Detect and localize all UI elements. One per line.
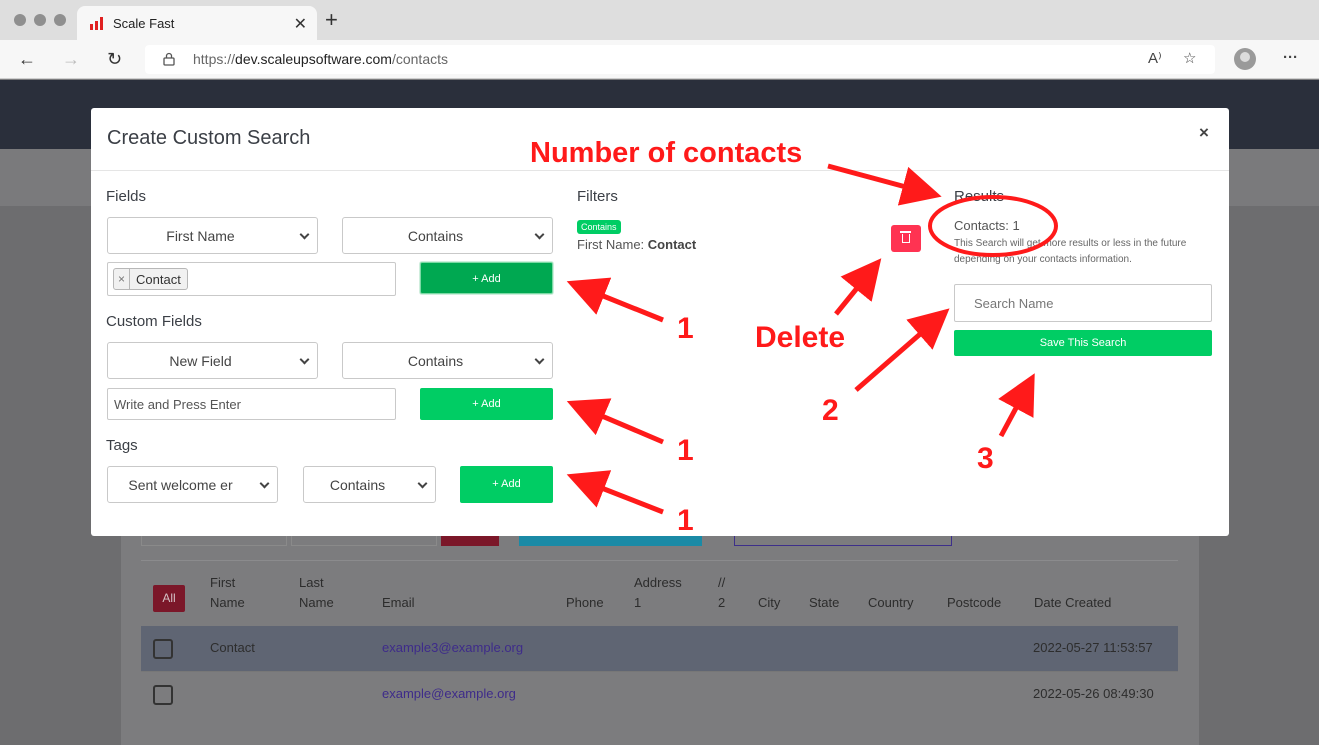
- annotation-step-3: 3: [977, 442, 994, 475]
- field-value-input[interactable]: × Contact: [107, 262, 396, 296]
- value-chip: × Contact: [113, 268, 188, 290]
- add-tag-button[interactable]: + Add: [460, 466, 553, 503]
- table-row[interactable]: Contact example3@example.org 2022-05-27 …: [141, 626, 1178, 671]
- chevron-down-icon: [299, 354, 310, 365]
- field-operator-select[interactable]: Contains: [342, 217, 553, 254]
- chevron-down-icon: [534, 229, 545, 240]
- forward-icon[interactable]: →: [62, 49, 80, 69]
- url-field[interactable]: https://dev.scaleupsoftware.com/contacts: [145, 45, 1215, 74]
- close-modal-button[interactable]: ×: [1199, 123, 1209, 143]
- row-checkbox[interactable]: [153, 639, 173, 659]
- chevron-down-icon: [534, 354, 545, 365]
- lock-icon: [163, 52, 175, 66]
- reload-icon[interactable]: ↻: [107, 49, 122, 69]
- header-state: State: [809, 595, 840, 610]
- annotation-step-1: 1: [677, 312, 694, 345]
- select-all-button[interactable]: All: [153, 585, 185, 612]
- url-text: https://dev.scaleupsoftware.com/contacts: [193, 51, 448, 67]
- header-postcode: Postcode: [947, 595, 1002, 610]
- header-address-2: //2: [718, 575, 726, 610]
- maximize-window-icon[interactable]: [54, 14, 66, 26]
- header-last-name: Last Name: [299, 575, 334, 610]
- filter-operator-badge: Contains: [577, 220, 621, 234]
- close-tab-icon[interactable]: ✕: [294, 14, 307, 34]
- modal-divider: [91, 170, 1229, 171]
- add-field-button[interactable]: + Add: [420, 262, 553, 294]
- chevron-down-icon: [259, 478, 270, 489]
- custom-field-select[interactable]: New Field: [107, 342, 318, 379]
- custom-field-value-input[interactable]: Write and Press Enter: [107, 388, 396, 420]
- header-first-name: First Name: [210, 575, 245, 610]
- tag-select[interactable]: Sent welcome er: [107, 466, 278, 503]
- results-note: This Search will get more results or les…: [954, 238, 1187, 265]
- annotation-step-1: 1: [677, 504, 694, 537]
- fields-label: Fields: [106, 188, 147, 205]
- results-label: Results: [954, 188, 1005, 205]
- annotation-delete: Delete: [755, 321, 846, 354]
- search-name-input[interactable]: Search Name: [954, 284, 1212, 322]
- chip-label: Contact: [136, 271, 181, 287]
- header-email: Email: [382, 595, 415, 610]
- field-select[interactable]: First Name: [107, 217, 318, 254]
- address-bar: ← → ↻ https://dev.scaleupsoftware.com/co…: [0, 40, 1319, 79]
- annotation-step-1: 1: [677, 434, 694, 467]
- chevron-down-icon: [417, 478, 428, 489]
- annotation-number-of-contacts: Number of contacts: [530, 137, 803, 169]
- filters-label: Filters: [577, 188, 618, 205]
- cell-email-link[interactable]: example3@example.org: [382, 640, 523, 655]
- cell-date-created: 2022-05-26 08:49:30: [1033, 686, 1154, 701]
- cell-first-name: Contact: [210, 640, 255, 655]
- header-phone: Phone: [566, 595, 604, 610]
- cell-date-created: 2022-05-27 11:53:57: [1033, 640, 1153, 655]
- trash-icon: [900, 231, 911, 243]
- header-country: Country: [868, 595, 914, 610]
- new-tab-icon[interactable]: +: [325, 9, 338, 31]
- header-address-1: Address 1: [634, 575, 682, 610]
- annotation-step-2: 2: [822, 394, 839, 427]
- cell-email-link[interactable]: example@example.org: [382, 686, 516, 701]
- table-row[interactable]: example@example.org 2022-05-26 08:49:30: [141, 671, 1178, 716]
- header-city: City: [758, 595, 781, 610]
- tag-operator-select[interactable]: Contains: [303, 466, 436, 503]
- delete-filter-button[interactable]: [891, 225, 921, 252]
- chevron-down-icon: [299, 229, 310, 240]
- browser-tab[interactable]: Scale Fast ✕: [77, 6, 317, 40]
- tab-title: Scale Fast: [113, 16, 175, 31]
- app-logo-icon: [90, 17, 103, 30]
- profile-avatar[interactable]: [1234, 48, 1256, 70]
- header-date-created: Date Created: [1034, 595, 1112, 610]
- favorites-icon[interactable]: ☆: [1183, 49, 1196, 67]
- minimize-window-icon[interactable]: [34, 14, 46, 26]
- tags-label: Tags: [106, 437, 138, 454]
- close-window-icon[interactable]: [14, 14, 26, 26]
- back-icon[interactable]: ←: [18, 49, 36, 69]
- more-options-icon[interactable]: ···: [1283, 49, 1298, 66]
- custom-field-operator-select[interactable]: Contains: [342, 342, 553, 379]
- custom-fields-label: Custom Fields: [106, 313, 202, 330]
- read-aloud-icon[interactable]: A⁾: [1148, 49, 1162, 67]
- browser-tab-bar: Scale Fast ✕ +: [0, 0, 1319, 40]
- row-checkbox[interactable]: [153, 685, 173, 705]
- contacts-count: Contacts: 1: [954, 218, 1020, 233]
- save-search-button[interactable]: Save This Search: [954, 330, 1212, 356]
- filter-description: First Name: Contact: [577, 237, 697, 252]
- chip-remove-icon[interactable]: ×: [114, 269, 130, 289]
- modal-title: Create Custom Search: [107, 127, 311, 149]
- add-custom-field-button[interactable]: + Add: [420, 388, 553, 420]
- create-custom-search-modal: Create Custom Search × Fields First Name…: [91, 108, 1229, 536]
